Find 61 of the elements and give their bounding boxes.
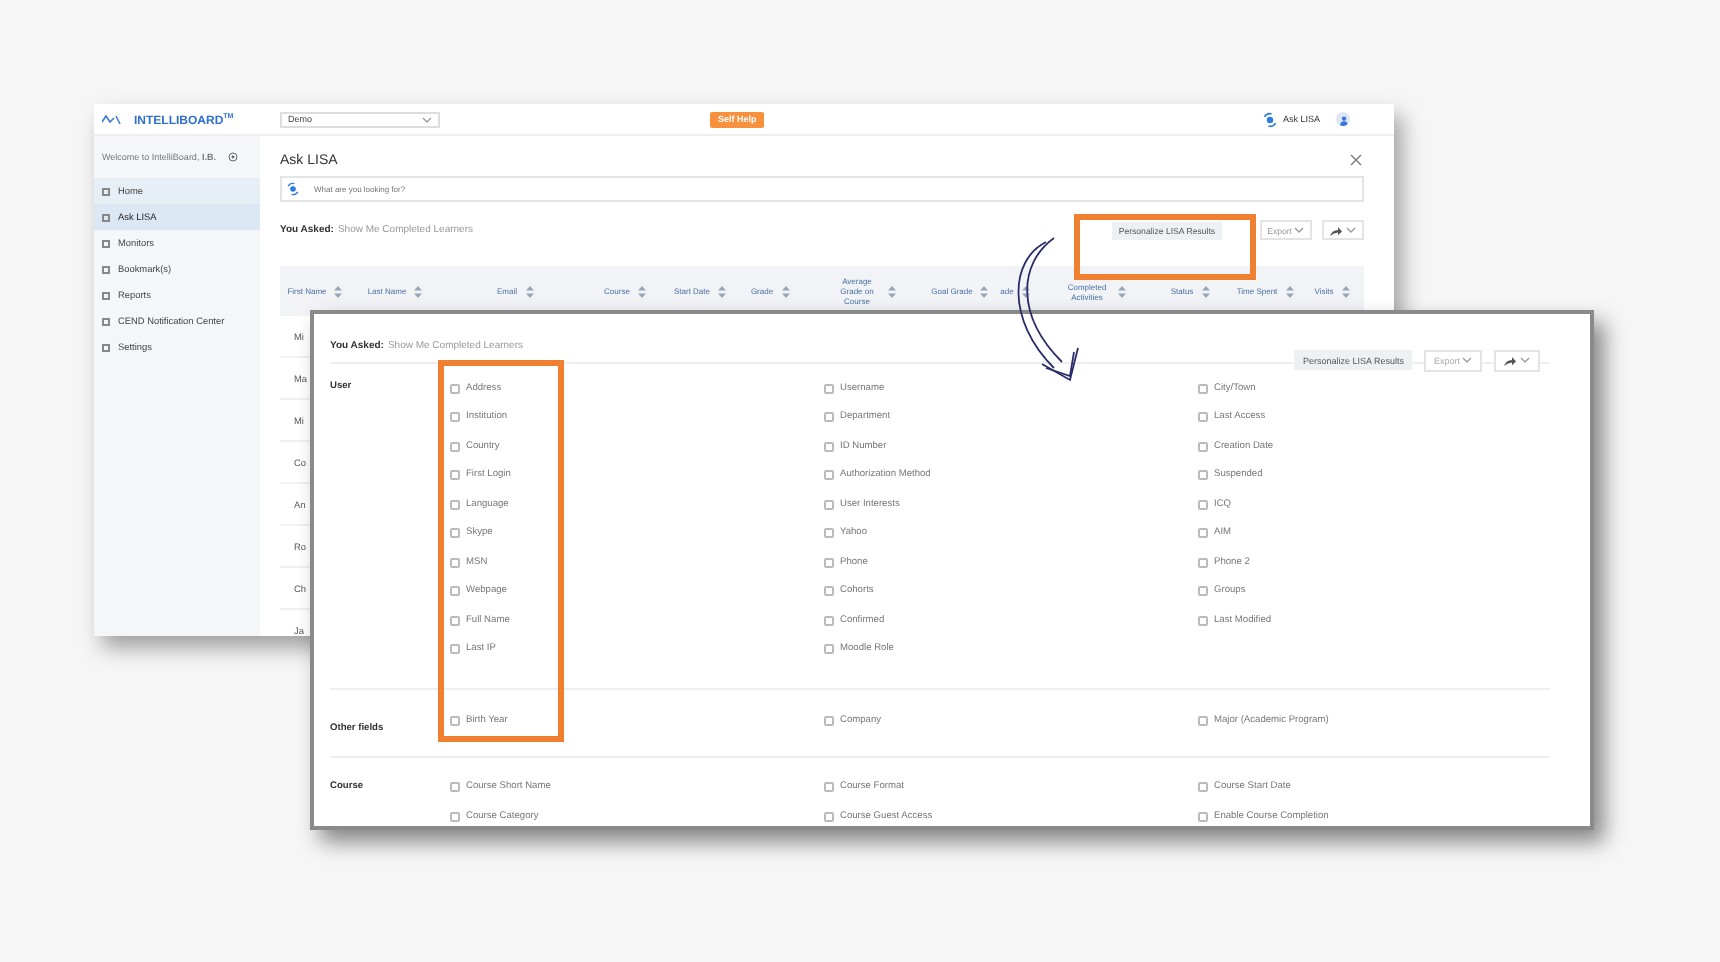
checkbox[interactable]	[1198, 615, 1208, 626]
nav-icon	[102, 187, 110, 195]
checkbox[interactable]	[824, 499, 834, 510]
checkbox[interactable]	[1198, 412, 1208, 423]
checkbox[interactable]	[450, 715, 460, 726]
radar-icon	[1262, 111, 1279, 127]
checkbox[interactable]	[824, 528, 834, 539]
nav-icon	[102, 239, 110, 247]
checkbox[interactable]	[824, 470, 834, 481]
share-icon	[1330, 225, 1342, 235]
close-icon[interactable]	[1350, 154, 1362, 166]
checkbox[interactable]	[1198, 528, 1208, 539]
checkbox[interactable]	[1198, 715, 1208, 726]
caret-icon	[1294, 226, 1304, 234]
caret-icon	[1462, 356, 1472, 364]
caret-icon	[422, 115, 432, 123]
nav-icon	[102, 265, 110, 273]
checkbox[interactable]	[824, 782, 834, 793]
checkbox[interactable]	[450, 557, 460, 568]
checkbox[interactable]	[450, 412, 460, 423]
checkbox[interactable]	[1198, 383, 1208, 394]
checkbox[interactable]	[450, 383, 460, 394]
share-button[interactable]	[1494, 349, 1540, 371]
nav-icon	[102, 317, 110, 325]
nav-icon	[102, 291, 110, 299]
checkbox[interactable]	[824, 412, 834, 423]
checkbox[interactable]	[450, 441, 460, 452]
checkbox[interactable]	[450, 615, 460, 626]
nav-icon	[102, 343, 110, 351]
radar-icon	[286, 182, 300, 196]
logo-icon	[102, 113, 122, 125]
checkbox[interactable]	[450, 499, 460, 510]
caret-icon	[1520, 356, 1530, 364]
checkbox[interactable]	[824, 715, 834, 726]
sort-icon[interactable]	[1021, 285, 1030, 297]
checkbox[interactable]	[824, 383, 834, 394]
share-button[interactable]	[1322, 220, 1364, 240]
checkbox[interactable]	[1198, 470, 1208, 481]
checkbox[interactable]	[450, 644, 460, 655]
checkbox[interactable]	[1198, 811, 1208, 822]
checkbox[interactable]	[824, 811, 834, 822]
checkbox[interactable]	[450, 782, 460, 793]
share-icon	[1504, 355, 1516, 365]
checkbox[interactable]	[1198, 586, 1208, 597]
checkbox[interactable]	[824, 615, 834, 626]
checkbox[interactable]	[824, 644, 834, 655]
checkbox[interactable]	[1198, 499, 1208, 510]
checkbox[interactable]	[824, 586, 834, 597]
checkbox[interactable]	[450, 528, 460, 539]
checkbox[interactable]	[824, 557, 834, 568]
checkbox[interactable]	[1198, 557, 1208, 568]
checkbox[interactable]	[450, 470, 460, 481]
checkbox[interactable]	[1198, 782, 1208, 793]
checkbox[interactable]	[450, 811, 460, 822]
checkbox[interactable]	[1198, 441, 1208, 452]
checkbox[interactable]	[450, 586, 460, 597]
nav-icon	[102, 213, 110, 221]
avatar-icon[interactable]	[1336, 112, 1350, 126]
settings-icon[interactable]	[227, 152, 238, 162]
checkbox[interactable]	[824, 441, 834, 452]
caret-icon	[1346, 226, 1356, 234]
